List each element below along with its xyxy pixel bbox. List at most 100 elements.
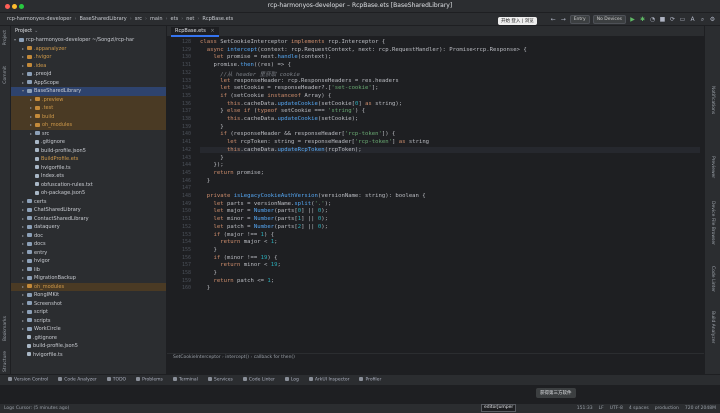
tree-item[interactable]: build-profile.json5 (11, 342, 166, 351)
tool-window-button[interactable]: Code Analyzer (54, 377, 101, 383)
tree-item[interactable]: .gitignore (11, 138, 166, 147)
device-select[interactable]: No Devices (592, 15, 626, 24)
back-icon[interactable]: ← (550, 16, 557, 23)
tool-window-button[interactable]: Log (281, 377, 303, 383)
code-line[interactable]: }); (200, 162, 223, 168)
code-line[interactable]: } (200, 155, 223, 161)
code-line[interactable]: return major < 1; (200, 239, 277, 245)
tool-window-button[interactable]: Profiler (355, 377, 385, 383)
tree-item[interactable]: ▸ dataquery (11, 223, 166, 232)
status-memory[interactable]: 720 of 2048M (685, 404, 716, 413)
code-breadcrumb-class[interactable]: SetCookieInterceptor (173, 355, 221, 360)
code-line[interactable]: if (major !== 1) { (200, 232, 274, 238)
tree-item[interactable]: ▸ lib (11, 266, 166, 275)
code-breadcrumb-callback[interactable]: callback for then() (254, 355, 295, 360)
code-line[interactable]: } (200, 270, 216, 276)
tree-item[interactable]: hvigorfile.ts (11, 164, 166, 173)
tree-item[interactable]: ▾ BaseSharedLibrary (11, 87, 166, 96)
tree-item[interactable]: ▸ hvigor (11, 257, 166, 266)
code-line[interactable]: promise.then((res) => { (200, 62, 290, 68)
code-line[interactable]: async intercept(context: rcp.RequestCont… (200, 47, 527, 53)
status-message[interactable]: Logs Cursor: (5 minutes ago) (4, 404, 69, 413)
tree-item[interactable]: ▸ .hvigor (11, 53, 166, 62)
breadcrumb-project[interactable]: rcp-harmonyos-developer (4, 16, 74, 22)
notifications-tool-button[interactable]: Notifications (710, 86, 715, 114)
tree-item[interactable]: ▸ oh_modules (11, 282, 166, 291)
tree-item[interactable]: ▸ build (11, 112, 166, 121)
project-tool-button[interactable]: Project (3, 30, 8, 45)
tool-window-button[interactable]: Problems (132, 377, 167, 383)
tree-item[interactable]: obfuscation-rules.txt (11, 181, 166, 190)
build-analyzer-tool-button[interactable]: Build Analyzer (710, 311, 715, 343)
run-config-select[interactable]: Entry (569, 15, 590, 24)
tree-item[interactable]: ▸ ChatSharedLibrary (11, 206, 166, 215)
code-line[interactable]: } (200, 178, 210, 184)
code-line[interactable]: } (200, 247, 216, 253)
code-line[interactable]: } (200, 124, 223, 130)
code-line[interactable]: let promise = next.handle(context); (200, 54, 331, 60)
tree-item[interactable]: ▸ certs (11, 198, 166, 207)
breadcrumb-main[interactable]: main (147, 16, 166, 22)
run-icon[interactable]: ▶ (629, 16, 636, 23)
breadcrumb-net[interactable]: net (183, 16, 197, 22)
code-line[interactable]: return patch <= 1; (200, 278, 274, 284)
sync-icon[interactable]: ⟳ (669, 16, 676, 23)
debug-icon[interactable]: ✱ (639, 16, 646, 23)
code-line[interactable]: private isLegacyCookieAuthVersion(versio… (200, 193, 426, 199)
tree-item[interactable]: oh-package.json5 (11, 189, 166, 198)
code-line[interactable]: let patch = Number(parts[2] || 0); (200, 224, 328, 230)
code-line[interactable]: } else if (typeof setCookie === 'string'… (200, 108, 365, 114)
tree-item[interactable]: ▸ AppScope (11, 79, 166, 88)
tree-item[interactable]: ▸ .preview (11, 95, 166, 104)
chevron-down-icon[interactable]: ⌄ (34, 28, 38, 34)
code-line[interactable]: if (responseHeader && responseHeader['rc… (200, 131, 395, 137)
status-line-separator[interactable]: LF (599, 404, 604, 413)
previewer-tool-button[interactable]: Previewer (710, 156, 715, 178)
tool-window-button[interactable]: Services (204, 377, 237, 383)
code-line[interactable]: } (200, 285, 210, 291)
code-line[interactable]: this.cacheData.updateCookie(setCookie[0]… (200, 101, 402, 107)
code-line[interactable]: let responseHeader: rcp.ResponseHeaders … (200, 78, 399, 84)
code-linter-tool-button[interactable]: Code Linter (710, 266, 715, 292)
tree-item[interactable]: ▸ .preojd (11, 70, 166, 79)
status-encoding[interactable]: UTF-8 (610, 404, 623, 413)
translate-icon[interactable]: A (689, 16, 696, 23)
device-file-browser-tool-button[interactable]: Device File Browser (710, 201, 715, 245)
device-manager-icon[interactable]: ▭ (679, 16, 686, 23)
tree-item[interactable]: ▸ .appanalyzer (11, 45, 166, 54)
code-breadcrumb-method[interactable]: intercept() (225, 355, 249, 360)
tree-item[interactable]: BuildProfile.ets (11, 155, 166, 164)
tree-item[interactable]: ▸ entry (11, 249, 166, 258)
tree-item[interactable]: ▸ MigrationBackup (11, 274, 166, 283)
tree-item[interactable]: ▸ script (11, 308, 166, 317)
tree-item[interactable]: build-profile.json5 (11, 147, 166, 156)
search-icon[interactable]: ⌕ (699, 16, 706, 23)
code-line[interactable]: this.cacheData.updateCookie(setCookie); (200, 116, 358, 122)
tab-rcpbase[interactable]: RcpBase.ets × (171, 27, 219, 37)
tree-item[interactable]: ▸ WorkCircle (11, 325, 166, 334)
tree-item[interactable]: hvigorfile.ts (11, 351, 166, 360)
tree-item[interactable]: ▸ src (11, 130, 166, 139)
tool-window-button[interactable]: TODO (103, 377, 130, 383)
tree-item[interactable]: ▸ ContactSharedLibrary (11, 215, 166, 224)
forward-icon[interactable]: → (560, 16, 567, 23)
code-line[interactable]: this.cacheData.updateRcpToken(rcpToken); (200, 146, 700, 153)
code-line[interactable]: class SetCookieInterceptor implements rc… (200, 39, 385, 45)
breadcrumb-module[interactable]: BaseSharedLibrary (76, 16, 129, 22)
tree-item[interactable]: ▸ .idea (11, 62, 166, 71)
code-line[interactable]: let minor = Number(parts[1] || 0); (200, 216, 328, 222)
breadcrumb-file[interactable]: RcpBase.ets (199, 16, 236, 22)
code-line[interactable]: let setCookie = responseHeader?.['set-co… (200, 85, 378, 91)
status-build-mode[interactable]: production (655, 404, 679, 413)
profile-icon[interactable]: ◔ (649, 16, 656, 23)
tool-window-button[interactable]: ArkUI Inspector (305, 377, 354, 383)
tree-item[interactable]: ▸ Screenshot (11, 300, 166, 309)
structure-tool-button[interactable]: Structure (3, 351, 8, 372)
tree-item[interactable]: ▸ .test (11, 104, 166, 113)
status-caret-position[interactable]: 151:33 (577, 404, 593, 413)
code-editor[interactable]: 128 129 130 131 132 133 134 135 136 137 138 139 140 1… (167, 37, 704, 353)
commit-tool-button[interactable]: Commit (3, 66, 8, 84)
tree-item[interactable]: Index.ets (11, 172, 166, 181)
code-line[interactable]: if (minor !== 19) { (200, 255, 277, 261)
settings-icon[interactable]: ⚙ (709, 16, 716, 23)
